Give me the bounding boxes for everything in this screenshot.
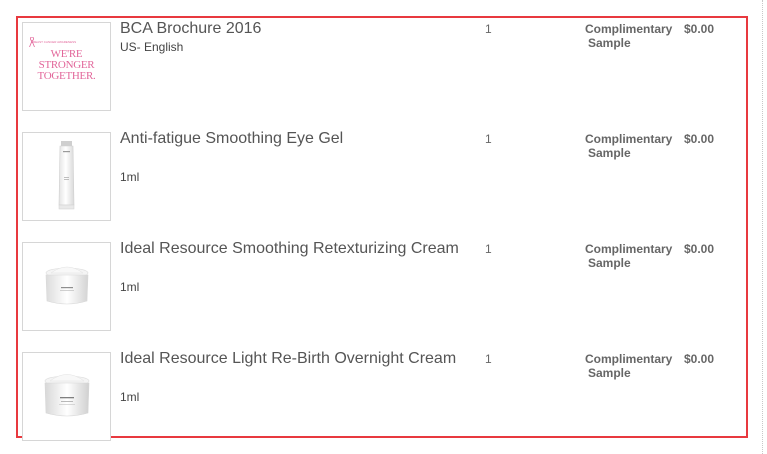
- item-price: $0.00: [684, 132, 715, 146]
- product-variant: US- English: [120, 40, 184, 54]
- product-name[interactable]: Ideal Resource Light Re-Birth Overnight …: [120, 350, 456, 368]
- status-line-2: Sample: [588, 146, 631, 160]
- status-line-1: Complimentary: [585, 242, 673, 256]
- cart-page: BREAST CANCER AWARENESS WE'RE STRONGER TOG…: [0, 0, 767, 454]
- product-variant: 1ml: [120, 280, 140, 294]
- status-line-1: Complimentary: [585, 352, 673, 366]
- status-line-1: Complimentary: [585, 132, 673, 146]
- item-status: Complimentary Sample: [585, 242, 677, 270]
- product-name[interactable]: Ideal Resource Smoothing Retexturizing C…: [120, 240, 459, 258]
- product-thumbnail[interactable]: BREAST CANCER AWARENESS WE'RE STRONGER TOG…: [22, 22, 111, 111]
- item-quantity: 1: [485, 132, 492, 146]
- column-divider: [762, 0, 763, 454]
- item-status: Complimentary Sample: [585, 132, 677, 160]
- product-name[interactable]: BCA Brochure 2016: [120, 20, 261, 38]
- status-line-1: Complimentary: [585, 22, 673, 36]
- product-thumbnail[interactable]: [22, 242, 111, 331]
- product-name[interactable]: Anti-fatigue Smoothing Eye Gel: [120, 130, 343, 148]
- status-line-2: Sample: [588, 256, 631, 270]
- item-status: Complimentary Sample: [585, 352, 677, 380]
- status-line-2: Sample: [588, 36, 631, 50]
- item-status: Complimentary Sample: [585, 22, 677, 50]
- product-thumbnail[interactable]: [22, 352, 111, 441]
- item-quantity: 1: [485, 22, 492, 36]
- brochure-image: BREAST CANCER AWARENESS WE'RE STRONGER TOG…: [23, 23, 110, 110]
- item-quantity: 1: [485, 352, 492, 366]
- product-variant: 1ml: [120, 170, 140, 184]
- product-thumbnail[interactable]: [22, 132, 111, 221]
- item-price: $0.00: [684, 22, 715, 36]
- brochure-small-print: BREAST CANCER AWARENESS: [31, 40, 77, 44]
- jar-product-image: [45, 266, 89, 305]
- cart-item-row: BREAST CANCER AWARENESS WE'RE STRONGER TOG…: [18, 18, 746, 128]
- cart-item-row: Anti-fatigue Smoothing Eye Gel 1ml 1 Com…: [18, 128, 746, 238]
- item-quantity: 1: [485, 242, 492, 256]
- tube-product-image: [58, 141, 75, 210]
- item-price: $0.00: [684, 242, 715, 256]
- status-line-2: Sample: [588, 366, 631, 380]
- item-price: $0.00: [684, 352, 715, 366]
- cart-item-row: Ideal Resource Light Re-Birth Overnight …: [18, 348, 746, 454]
- cart-items-panel: BREAST CANCER AWARENESS WE'RE STRONGER TOG…: [16, 16, 748, 441]
- jar-product-image: [44, 374, 90, 417]
- cart-item-row: Ideal Resource Smoothing Retexturizing C…: [18, 238, 746, 348]
- brochure-tagline: WE'RE STRONGER TOGETHER.: [37, 48, 96, 82]
- product-variant: 1ml: [120, 390, 140, 404]
